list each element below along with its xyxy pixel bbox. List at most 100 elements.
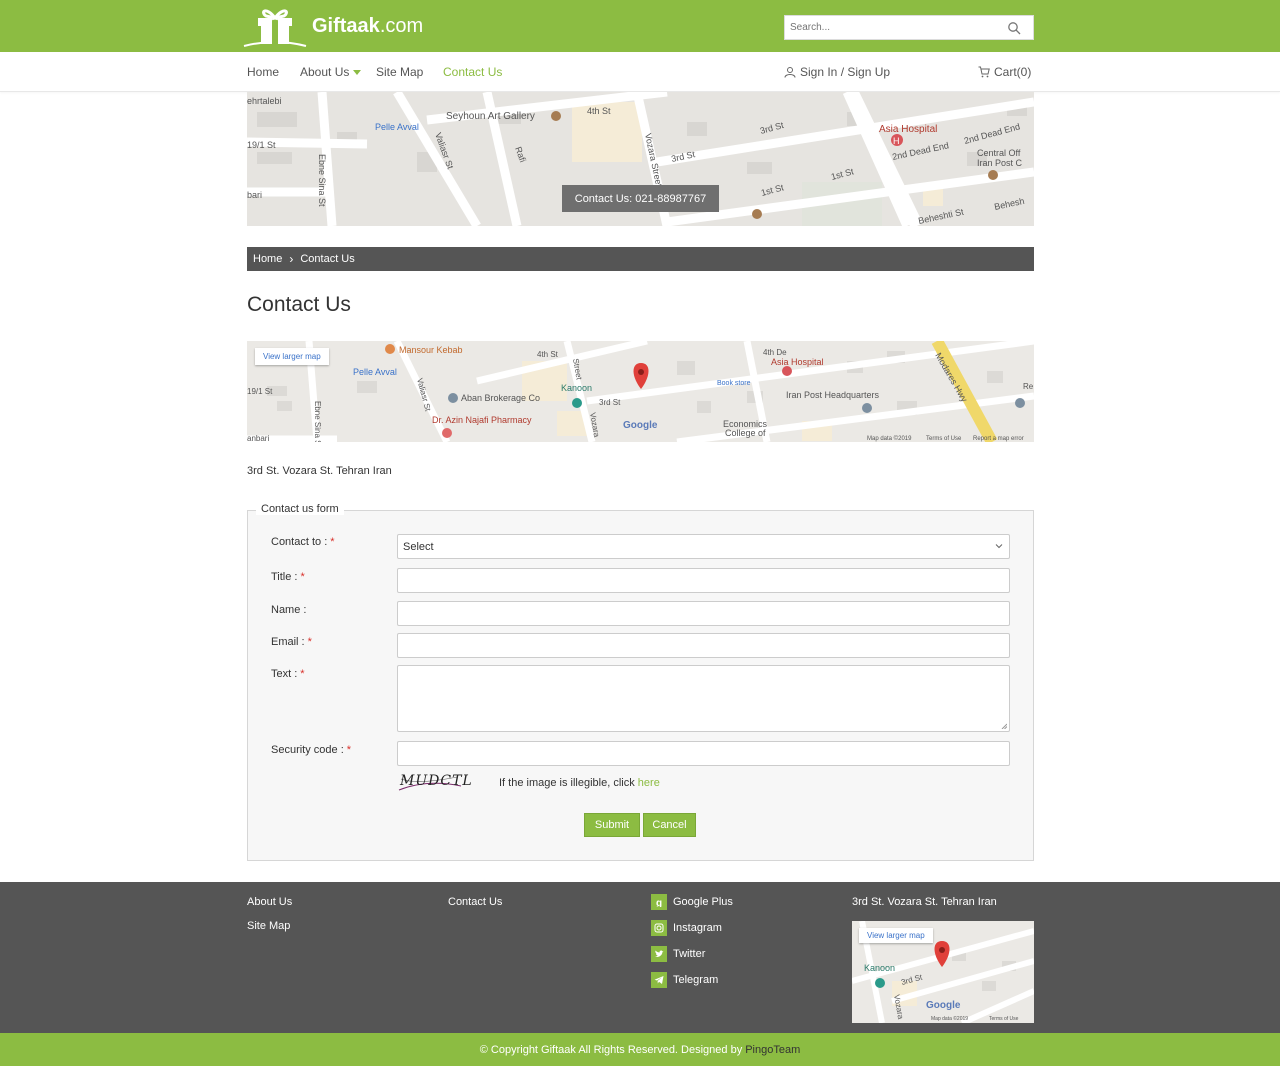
embedded-map[interactable]: 19/1 St anbari Mansour Kebab Pelle Avval… <box>247 341 1034 442</box>
svg-text:Kanoon: Kanoon <box>561 383 592 393</box>
breadcrumb-home[interactable]: Home <box>253 253 282 265</box>
svg-text:Asia Hospital: Asia Hospital <box>879 124 937 135</box>
name-input[interactable] <box>397 601 1010 626</box>
search-icon[interactable] <box>1007 21 1021 35</box>
chevron-down-icon <box>995 544 1003 549</box>
title-input[interactable] <box>397 568 1010 593</box>
svg-text:College of: College of <box>725 428 766 438</box>
chevron-right-icon: › <box>289 252 294 266</box>
footer-view-larger-map-link[interactable]: View larger map <box>859 928 933 943</box>
svg-text:Dr. Azin Najafi Pharmacy: Dr. Azin Najafi Pharmacy <box>432 415 532 425</box>
svg-text:Mansour Kebab: Mansour Kebab <box>399 345 463 355</box>
title-label: Title : * <box>271 571 305 583</box>
designer-link[interactable]: PingoTeam <box>745 1044 800 1056</box>
copyright-bar: © Copyright Giftaak All Rights Reserved.… <box>0 1033 1280 1066</box>
svg-text:4th St: 4th St <box>587 106 611 116</box>
svg-text:Terms of Use: Terms of Use <box>989 1016 1019 1022</box>
svg-text:Ebne Sina St: Ebne Sina St <box>313 401 322 442</box>
sign-in-link[interactable]: Sign In / Sign Up <box>784 65 890 79</box>
svg-text:4th St: 4th St <box>537 350 559 359</box>
svg-text:Map data ©2019: Map data ©2019 <box>867 435 912 442</box>
search-input[interactable] <box>785 16 995 39</box>
user-icon <box>784 67 796 78</box>
svg-text:ehrtalebi: ehrtalebi <box>247 96 282 106</box>
footer-contact-us[interactable]: Contact Us <box>448 896 502 908</box>
form-legend: Contact us form <box>256 503 344 515</box>
svg-text:3rd St: 3rd St <box>599 398 621 407</box>
captcha-hint: If the image is illegible, click here <box>499 777 660 789</box>
nav-home[interactable]: Home <box>247 65 279 79</box>
footer-about-us[interactable]: About Us <box>247 896 292 908</box>
view-larger-map-link[interactable]: View larger map <box>255 348 329 365</box>
nav-about-us[interactable]: About Us <box>300 65 362 79</box>
svg-text:Iran Post Headquarters: Iran Post Headquarters <box>786 390 880 400</box>
submit-button[interactable]: Submit <box>584 813 640 837</box>
svg-text:Ebne Sina St: Ebne Sina St <box>317 154 327 207</box>
captcha-text: MUDCTL <box>400 773 473 789</box>
svg-text:Pelle Avval: Pelle Avval <box>375 122 419 132</box>
breadcrumb: Home › Contact Us <box>247 247 1034 271</box>
telegram-icon <box>651 972 667 988</box>
chevron-down-icon <box>353 70 362 76</box>
site-logo[interactable]: Giftaak.com <box>242 4 423 48</box>
svg-text:bari: bari <box>247 190 262 200</box>
svg-text:Google: Google <box>926 1000 961 1011</box>
svg-text:Book store: Book store <box>717 380 751 387</box>
sign-in-label: Sign In / Sign Up <box>800 65 891 79</box>
footer-twitter-link[interactable]: Twitter <box>651 946 705 962</box>
contact-to-select[interactable]: Select <box>397 534 1010 559</box>
svg-text:Central Off: Central Off <box>977 148 1021 158</box>
footer-site-map[interactable]: Site Map <box>247 920 290 932</box>
email-input[interactable] <box>397 633 1010 658</box>
text-label: Text : * <box>271 668 305 680</box>
svg-text:Pelle Avval: Pelle Avval <box>353 367 397 377</box>
svg-text:H: H <box>893 136 900 146</box>
svg-text:Google: Google <box>623 420 658 431</box>
contact-to-label: Contact to : * <box>271 536 335 548</box>
footer-instagram-link[interactable]: Instagram <box>651 920 722 936</box>
cart-link[interactable]: Cart(0) <box>978 65 1031 79</box>
svg-text:Asia Hospital: Asia Hospital <box>771 357 824 367</box>
instagram-icon <box>651 920 667 936</box>
nav-site-map[interactable]: Site Map <box>376 65 423 79</box>
captcha-image: MUDCTL <box>397 771 472 793</box>
email-label: Email : * <box>271 636 312 648</box>
footer-map[interactable]: Kanoon 3rd St Google Vozara Map data ©20… <box>852 921 1034 1023</box>
svg-text:Map data ©2019: Map data ©2019 <box>931 1015 968 1022</box>
svg-text:Terms of Use: Terms of Use <box>926 436 962 442</box>
security-code-input[interactable] <box>397 741 1010 766</box>
cart-icon <box>978 66 990 78</box>
logo-text: Giftaak.com <box>312 14 424 37</box>
svg-text:Report a map error: Report a map error <box>973 436 1024 442</box>
refresh-captcha-link[interactable]: here <box>638 777 660 789</box>
google-plus-icon: g <box>651 894 667 910</box>
svg-text:Iran Post C: Iran Post C <box>977 158 1023 168</box>
nav-contact-us[interactable]: Contact Us <box>443 65 502 79</box>
name-label: Name : <box>271 604 307 616</box>
banner-map[interactable]: ehrtalebi 19/1 St bari Pelle Avval Seyho… <box>247 92 1034 226</box>
breadcrumb-current: Contact Us <box>300 253 355 265</box>
svg-text:19/1 St: 19/1 St <box>247 387 273 396</box>
footer-address: 3rd St. Vozara St. Tehran Iran <box>852 896 997 908</box>
contact-phone-badge: Contact Us: 021-88987767 <box>562 185 719 212</box>
svg-text:g: g <box>656 898 662 907</box>
cancel-button[interactable]: Cancel <box>643 813 696 837</box>
svg-text:4th De: 4th De <box>763 348 787 357</box>
footer-telegram-link[interactable]: Telegram <box>651 972 718 988</box>
embedded-map-graphic: 19/1 St anbari Mansour Kebab Pelle Avval… <box>247 341 1034 442</box>
footer <box>0 882 1280 1033</box>
gift-box-icon <box>243 9 307 47</box>
address-text: 3rd St. Vozara St. Tehran Iran <box>247 465 392 477</box>
svg-text:Re: Re <box>1023 382 1034 391</box>
text-textarea[interactable] <box>397 665 1010 732</box>
footer-google-plus-link[interactable]: g Google Plus <box>651 894 733 910</box>
cart-label: Cart(0) <box>994 65 1032 79</box>
svg-text:Seyhoun Art Gallery: Seyhoun Art Gallery <box>446 111 535 122</box>
top-header: Giftaak.com <box>0 0 1280 52</box>
copyright-text: © Copyright Giftaak All Rights Reserved.… <box>479 1043 743 1056</box>
page-title: Contact Us <box>247 293 351 316</box>
security-code-label: Security code : * <box>271 744 352 756</box>
resize-handle-icon[interactable] <box>1001 723 1007 729</box>
search-box <box>784 15 1034 40</box>
twitter-icon <box>651 946 667 962</box>
